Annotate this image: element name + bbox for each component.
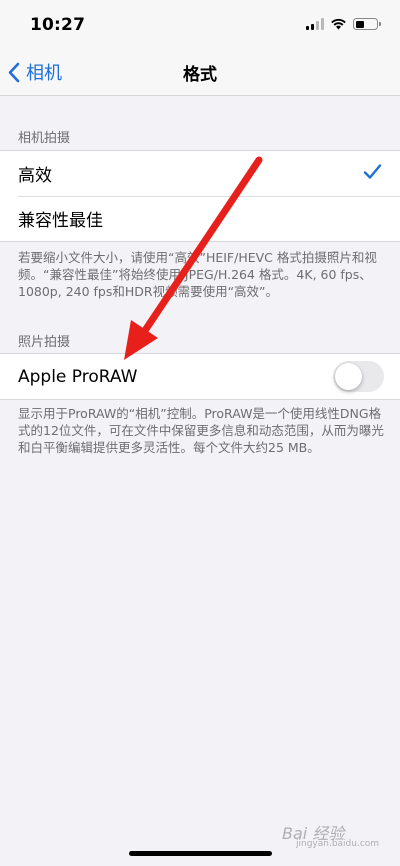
option-high-efficiency[interactable]: 高效 xyxy=(0,151,400,196)
photo-capture-group: Apple ProRAW xyxy=(0,353,400,400)
signal-icon xyxy=(306,18,324,30)
watermark-url: jingyan.baidu.com xyxy=(296,839,380,849)
checkmark-icon xyxy=(363,164,382,179)
toggle-knob xyxy=(335,363,362,390)
section-header-photo-capture: 照片拍摄 xyxy=(18,335,71,350)
section-header-camera-capture: 相机拍摄 xyxy=(18,131,71,146)
option-label: 兼容性最佳 xyxy=(18,211,103,231)
apple-proraw-label: Apple ProRAW xyxy=(18,366,138,387)
battery-icon xyxy=(353,18,381,30)
camera-capture-group: 高效 兼容性最佳 xyxy=(0,150,400,242)
camera-capture-footer: 若要缩小文件大小，请使用“高效”HEIF/HEVC 格式拍摄照片和视频。“兼容性… xyxy=(18,250,377,299)
status-bar: 10:27 xyxy=(0,0,400,48)
page-title: 格式 xyxy=(183,65,217,85)
option-label: 高效 xyxy=(18,166,52,186)
home-indicator[interactable] xyxy=(129,851,272,856)
photo-capture-footer: 显示用于ProRAW的“相机”控制。ProRAW是一个使用线性DNG格式的12位… xyxy=(18,406,384,455)
apple-proraw-row: Apple ProRAW xyxy=(0,354,400,399)
navigation-bar: 相机 格式 xyxy=(0,48,400,96)
apple-proraw-toggle[interactable] xyxy=(333,361,384,392)
option-most-compatible[interactable]: 兼容性最佳 xyxy=(0,196,400,241)
status-time: 10:27 xyxy=(30,15,86,35)
wifi-icon xyxy=(331,18,346,30)
status-icons xyxy=(306,16,381,32)
